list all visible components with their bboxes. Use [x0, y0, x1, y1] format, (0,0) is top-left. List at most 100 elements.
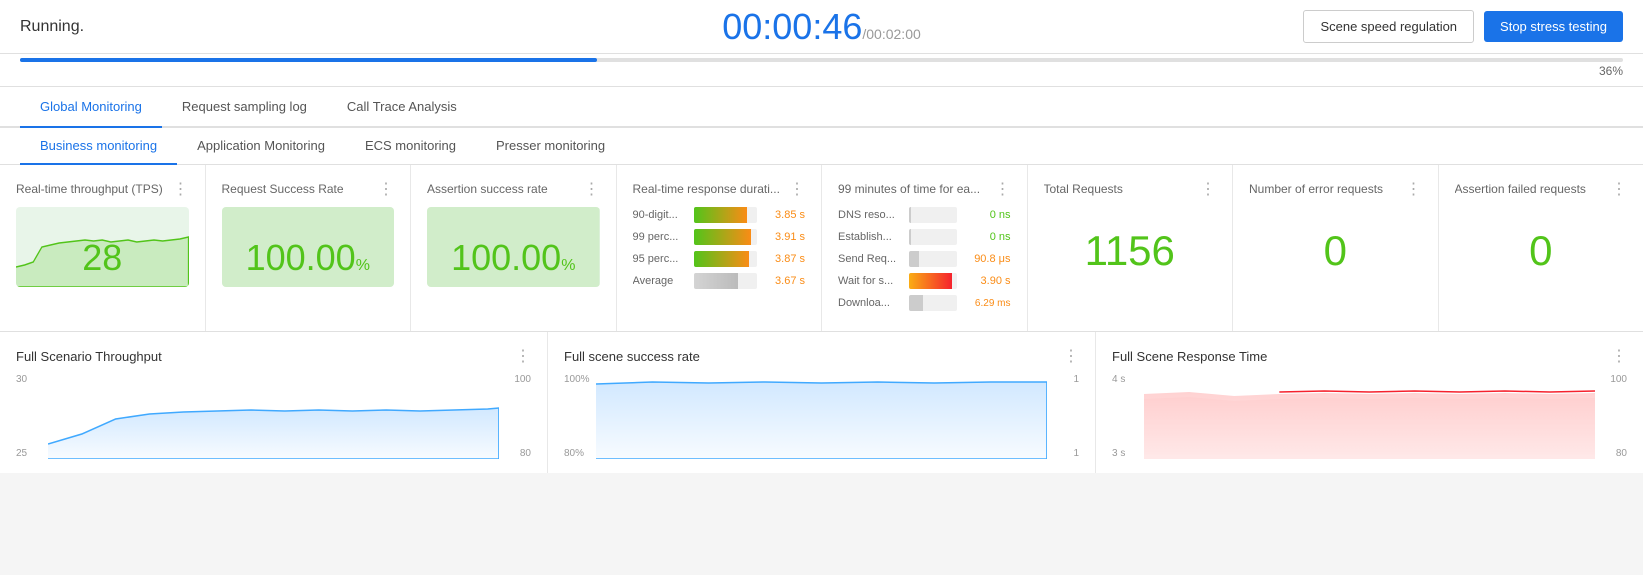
throughput-y-left: 30 25: [16, 374, 44, 459]
assertion-rate-value: 100.00%: [427, 237, 600, 279]
response-time-chart-title: Full Scene Response Time: [1112, 349, 1267, 364]
tps-title: Real-time throughput (TPS): [16, 182, 163, 196]
time-bar-1: [909, 229, 911, 245]
success-rate-chart-area: 100% 80% 1 1: [564, 374, 1079, 459]
time-bar-bg-2: [909, 251, 957, 267]
status-label: Running.: [20, 18, 84, 36]
time-bar-bg-0: [909, 207, 957, 223]
stop-stress-button[interactable]: Stop stress testing: [1484, 11, 1623, 42]
tab-application-monitoring[interactable]: Application Monitoring: [177, 128, 345, 165]
tps-header: Real-time throughput (TPS) ⋮: [16, 179, 189, 199]
time-bar-3: [909, 273, 952, 289]
secondary-tabs: Business monitoring Application Monitori…: [0, 128, 1643, 165]
time-bar-bg-4: [909, 295, 957, 311]
response-y-right: 100 80: [1599, 374, 1627, 459]
progress-area: 36%: [0, 54, 1643, 87]
time-bar-bg-3: [909, 273, 957, 289]
assertion-rate-chart: 100.00%: [427, 207, 600, 287]
response-time-chart-menu-icon[interactable]: ⋮: [1611, 346, 1627, 366]
timer-section: 00:00:46/00:02:00: [722, 6, 921, 48]
time-list: DNS reso... 0 ns Establish... 0 ns Send …: [838, 207, 1011, 311]
success-rate-card: Request Success Rate ⋮ 100.00%: [206, 165, 412, 331]
success-rate-chart-menu-icon[interactable]: ⋮: [1063, 346, 1079, 366]
throughput-chart-menu-icon[interactable]: ⋮: [515, 346, 531, 366]
throughput-chart-title: Full Scenario Throughput: [16, 349, 162, 364]
throughput-svg: [48, 374, 499, 459]
success-rate-chart-header: Full scene success rate ⋮: [564, 346, 1079, 366]
time-item-0: DNS reso... 0 ns: [838, 207, 1011, 223]
rt-item-2: 95 perc... 3.87 s: [633, 251, 806, 267]
assertion-rate-menu-icon[interactable]: ⋮: [584, 179, 600, 199]
tps-value: 28: [16, 237, 189, 279]
tab-call-trace[interactable]: Call Trace Analysis: [327, 87, 477, 128]
metrics-row: Real-time throughput (TPS) ⋮ 28 Request …: [0, 165, 1643, 332]
success-rate-header: Request Success Rate ⋮: [222, 179, 395, 199]
tab-ecs-monitoring[interactable]: ECS monitoring: [345, 128, 476, 165]
timer-display: 00:00:46: [722, 6, 862, 47]
tab-presser-monitoring[interactable]: Presser monitoring: [476, 128, 625, 165]
rt-response-title: Real-time response durati...: [633, 182, 780, 196]
time-bar-4: [909, 295, 923, 311]
time-item-3: Wait for s... 3.90 s: [838, 273, 1011, 289]
progress-percent: 36%: [20, 64, 1623, 78]
time-item-4: Downloa... 6.29 ms: [838, 295, 1011, 311]
rt-response-card: Real-time response durati... ⋮ 90-digit.…: [617, 165, 823, 331]
assertion-failed-header: Assertion failed requests ⋮: [1455, 179, 1628, 199]
primary-tabs: Global Monitoring Request sampling log C…: [0, 87, 1643, 128]
timer-total: /00:02:00: [862, 26, 920, 42]
tps-card: Real-time throughput (TPS) ⋮ 28: [0, 165, 206, 331]
success-rate-title: Request Success Rate: [222, 182, 344, 196]
rt-bar-1: [694, 229, 751, 245]
header: Running. 00:00:46/00:02:00 Scene speed r…: [0, 0, 1643, 54]
rt-item-1: 99 perc... 3.91 s: [633, 229, 806, 245]
success-y-left: 100% 80%: [564, 374, 592, 459]
charts-row: Full Scenario Throughput ⋮ 30 25 100 80: [0, 332, 1643, 473]
success-rate-chart: 100.00%: [222, 207, 395, 287]
tps-chart: 28: [16, 207, 189, 287]
tab-request-sampling[interactable]: Request sampling log: [162, 87, 327, 128]
total-requests-value: 1156: [1044, 207, 1217, 295]
progress-bar-fill: [20, 58, 597, 62]
error-requests-card: Number of error requests ⋮ 0: [1233, 165, 1439, 331]
response-y-left: 4 s 3 s: [1112, 374, 1140, 459]
total-requests-title: Total Requests: [1044, 182, 1123, 196]
time-99-header: 99 minutes of time for ea... ⋮: [838, 179, 1011, 199]
success-rate-value: 100.00%: [222, 237, 395, 279]
time-99-menu-icon[interactable]: ⋮: [995, 179, 1011, 199]
rt-item-0: 90-digit... 3.85 s: [633, 207, 806, 223]
response-time-chart-area: 4 s 3 s 100 80: [1112, 374, 1627, 459]
error-requests-header: Number of error requests ⋮: [1249, 179, 1422, 199]
time-bar-0: [909, 207, 911, 223]
error-requests-menu-icon[interactable]: ⋮: [1406, 179, 1422, 199]
total-requests-header: Total Requests ⋮: [1044, 179, 1217, 199]
rt-response-menu-icon[interactable]: ⋮: [789, 179, 805, 199]
assertion-failed-card: Assertion failed requests ⋮ 0: [1439, 165, 1643, 331]
rt-bar-2: [694, 251, 750, 267]
time-bar-bg-1: [909, 229, 957, 245]
rt-bar-0: [694, 207, 748, 223]
tab-business-monitoring[interactable]: Business monitoring: [20, 128, 177, 165]
response-time-chart-card: Full Scene Response Time ⋮ 4 s 3 s 100 8…: [1096, 332, 1643, 473]
header-buttons: Scene speed regulation Stop stress testi…: [1303, 10, 1623, 43]
assertion-rate-card: Assertion success rate ⋮ 100.00%: [411, 165, 617, 331]
progress-bar-background: [20, 58, 1623, 62]
rt-bar-bg-1: [694, 229, 758, 245]
success-rate-menu-icon[interactable]: ⋮: [378, 179, 394, 199]
throughput-chart-header: Full Scenario Throughput ⋮: [16, 346, 531, 366]
rt-response-header: Real-time response durati... ⋮: [633, 179, 806, 199]
success-rate-svg: [596, 374, 1047, 459]
rt-bar-bg-3: [694, 273, 758, 289]
rt-bar-3: [694, 273, 738, 289]
time-99-card: 99 minutes of time for ea... ⋮ DNS reso.…: [822, 165, 1028, 331]
total-requests-card: Total Requests ⋮ 1156: [1028, 165, 1234, 331]
time-item-1: Establish... 0 ns: [838, 229, 1011, 245]
throughput-chart-area: 30 25 100 80: [16, 374, 531, 459]
assertion-failed-menu-icon[interactable]: ⋮: [1611, 179, 1627, 199]
tps-menu-icon[interactable]: ⋮: [173, 179, 189, 199]
rt-bar-bg-2: [694, 251, 758, 267]
total-requests-menu-icon[interactable]: ⋮: [1200, 179, 1216, 199]
success-rate-chart-title: Full scene success rate: [564, 349, 700, 364]
tab-global-monitoring[interactable]: Global Monitoring: [20, 87, 162, 128]
scene-speed-button[interactable]: Scene speed regulation: [1303, 10, 1474, 43]
assertion-failed-value: 0: [1455, 207, 1628, 295]
